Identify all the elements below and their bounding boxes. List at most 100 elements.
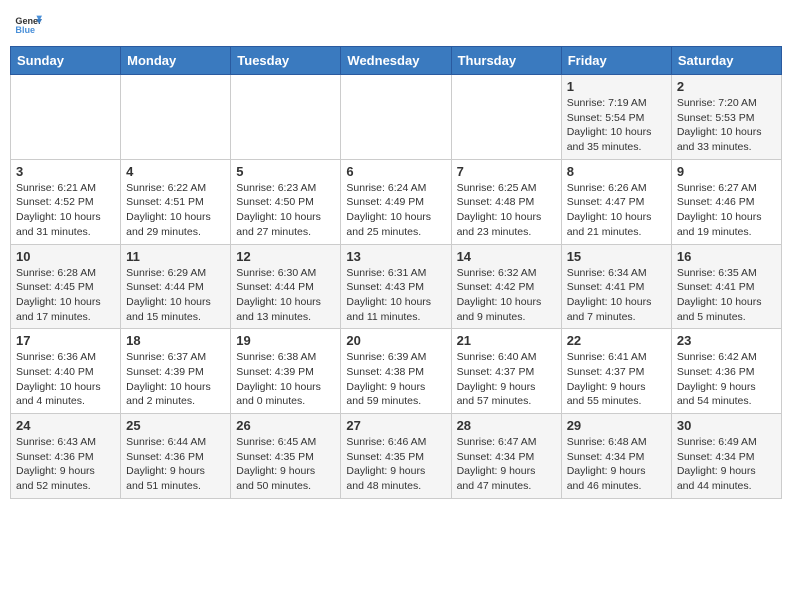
- calendar-cell: 17 Sunrise: 6:36 AM Sunset: 4:40 PM Dayli…: [11, 329, 121, 414]
- day-info: Sunrise: 6:31 AM Sunset: 4:43 PM Dayligh…: [346, 266, 445, 325]
- calendar-cell: 16 Sunrise: 6:35 AM Sunset: 4:41 PM Dayli…: [671, 244, 781, 329]
- calendar-header-row: SundayMondayTuesdayWednesdayThursdayFrid…: [11, 47, 782, 75]
- calendar-week-row: 3Sunrise: 6:21 AM Sunset: 4:52 PM Daylig…: [11, 159, 782, 244]
- day-info: Sunrise: 6:39 AM Sunset: 4:38 PM Dayligh…: [346, 350, 445, 409]
- calendar-cell: 15Sunrise: 6:34 AM Sunset: 4:41 PM Dayli…: [561, 244, 671, 329]
- day-number: 5: [236, 164, 335, 179]
- calendar-cell: [121, 75, 231, 160]
- calendar-cell: 8 Sunrise: 6:26 AM Sunset: 4:47 PM Daylig…: [561, 159, 671, 244]
- day-number: 29: [567, 418, 666, 433]
- day-number: 12: [236, 249, 335, 264]
- calendar-cell: [451, 75, 561, 160]
- calendar-cell: 11 Sunrise: 6:29 AM Sunset: 4:44 PM Dayli…: [121, 244, 231, 329]
- calendar-cell: 4Sunrise: 6:22 AM Sunset: 4:51 PM Daylig…: [121, 159, 231, 244]
- day-number: 1: [567, 79, 666, 94]
- day-info: Sunrise: 6:23 AM Sunset: 4:50 PM Dayligh…: [236, 181, 335, 240]
- day-info: Sunrise: 6:35 AM Sunset: 4:41 PM Dayligh…: [677, 266, 776, 325]
- day-info: Sunrise: 6:37 AM Sunset: 4:39 PM Dayligh…: [126, 350, 225, 409]
- svg-text:Blue: Blue: [15, 25, 35, 35]
- calendar-cell: 7Sunrise: 6:25 AM Sunset: 4:48 PM Daylig…: [451, 159, 561, 244]
- day-info: Sunrise: 6:42 AM Sunset: 4:36 PM Dayligh…: [677, 350, 776, 409]
- logo-icon: General Blue: [14, 10, 42, 38]
- calendar-cell: 19 Sunrise: 6:38 AM Sunset: 4:39 PM Dayli…: [231, 329, 341, 414]
- day-info: Sunrise: 6:41 AM Sunset: 4:37 PM Dayligh…: [567, 350, 666, 409]
- calendar-cell: [231, 75, 341, 160]
- calendar-week-row: 10 Sunrise: 6:28 AM Sunset: 4:45 PM Dayli…: [11, 244, 782, 329]
- day-number: 23: [677, 333, 776, 348]
- calendar-cell: 2Sunrise: 7:20 AM Sunset: 5:53 PM Daylig…: [671, 75, 781, 160]
- day-info: Sunrise: 6:46 AM Sunset: 4:35 PM Dayligh…: [346, 435, 445, 494]
- calendar-cell: 6 Sunrise: 6:24 AM Sunset: 4:49 PM Daylig…: [341, 159, 451, 244]
- calendar-week-row: 17 Sunrise: 6:36 AM Sunset: 4:40 PM Dayli…: [11, 329, 782, 414]
- day-info: Sunrise: 6:36 AM Sunset: 4:40 PM Dayligh…: [16, 350, 115, 409]
- calendar-cell: 18 Sunrise: 6:37 AM Sunset: 4:39 PM Dayli…: [121, 329, 231, 414]
- day-info: Sunrise: 6:43 AM Sunset: 4:36 PM Dayligh…: [16, 435, 115, 494]
- weekday-header: Wednesday: [341, 47, 451, 75]
- day-info: Sunrise: 6:47 AM Sunset: 4:34 PM Dayligh…: [457, 435, 556, 494]
- calendar-cell: 1 Sunrise: 7:19 AM Sunset: 5:54 PM Daylig…: [561, 75, 671, 160]
- day-number: 30: [677, 418, 776, 433]
- day-number: 19: [236, 333, 335, 348]
- day-info: Sunrise: 6:30 AM Sunset: 4:44 PM Dayligh…: [236, 266, 335, 325]
- logo: General Blue: [14, 10, 42, 38]
- calendar-cell: 13 Sunrise: 6:31 AM Sunset: 4:43 PM Dayli…: [341, 244, 451, 329]
- calendar-cell: 23 Sunrise: 6:42 AM Sunset: 4:36 PM Dayli…: [671, 329, 781, 414]
- calendar-week-row: 24 Sunrise: 6:43 AM Sunset: 4:36 PM Dayli…: [11, 414, 782, 499]
- day-number: 3: [16, 164, 115, 179]
- day-number: 20: [346, 333, 445, 348]
- day-number: 24: [16, 418, 115, 433]
- day-number: 14: [457, 249, 556, 264]
- day-number: 17: [16, 333, 115, 348]
- day-info: Sunrise: 6:24 AM Sunset: 4:49 PM Dayligh…: [346, 181, 445, 240]
- day-info: Sunrise: 6:29 AM Sunset: 4:44 PM Dayligh…: [126, 266, 225, 325]
- calendar-cell: [341, 75, 451, 160]
- day-info: Sunrise: 7:19 AM Sunset: 5:54 PM Dayligh…: [567, 96, 666, 155]
- day-info: Sunrise: 6:26 AM Sunset: 4:47 PM Dayligh…: [567, 181, 666, 240]
- weekday-header: Sunday: [11, 47, 121, 75]
- calendar-cell: 26 Sunrise: 6:45 AM Sunset: 4:35 PM Dayli…: [231, 414, 341, 499]
- day-number: 21: [457, 333, 556, 348]
- day-info: Sunrise: 6:28 AM Sunset: 4:45 PM Dayligh…: [16, 266, 115, 325]
- day-number: 4: [126, 164, 225, 179]
- day-number: 18: [126, 333, 225, 348]
- page-header: General Blue: [10, 10, 782, 38]
- calendar-cell: 28 Sunrise: 6:47 AM Sunset: 4:34 PM Dayli…: [451, 414, 561, 499]
- day-info: Sunrise: 6:25 AM Sunset: 4:48 PM Dayligh…: [457, 181, 556, 240]
- day-number: 6: [346, 164, 445, 179]
- weekday-header: Monday: [121, 47, 231, 75]
- weekday-header: Friday: [561, 47, 671, 75]
- calendar-cell: 22 Sunrise: 6:41 AM Sunset: 4:37 PM Dayli…: [561, 329, 671, 414]
- weekday-header: Saturday: [671, 47, 781, 75]
- calendar-cell: 29 Sunrise: 6:48 AM Sunset: 4:34 PM Dayli…: [561, 414, 671, 499]
- day-number: 16: [677, 249, 776, 264]
- day-number: 10: [16, 249, 115, 264]
- calendar-cell: 20 Sunrise: 6:39 AM Sunset: 4:38 PM Dayli…: [341, 329, 451, 414]
- day-info: Sunrise: 6:40 AM Sunset: 4:37 PM Dayligh…: [457, 350, 556, 409]
- calendar-cell: 30 Sunrise: 6:49 AM Sunset: 4:34 PM Dayli…: [671, 414, 781, 499]
- calendar-cell: 27Sunrise: 6:46 AM Sunset: 4:35 PM Dayli…: [341, 414, 451, 499]
- calendar-cell: 21 Sunrise: 6:40 AM Sunset: 4:37 PM Dayli…: [451, 329, 561, 414]
- day-info: Sunrise: 6:34 AM Sunset: 4:41 PM Dayligh…: [567, 266, 666, 325]
- day-number: 2: [677, 79, 776, 94]
- day-number: 26: [236, 418, 335, 433]
- day-info: Sunrise: 6:49 AM Sunset: 4:34 PM Dayligh…: [677, 435, 776, 494]
- day-number: 11: [126, 249, 225, 264]
- day-number: 9: [677, 164, 776, 179]
- day-info: Sunrise: 6:48 AM Sunset: 4:34 PM Dayligh…: [567, 435, 666, 494]
- calendar-cell: 25Sunrise: 6:44 AM Sunset: 4:36 PM Dayli…: [121, 414, 231, 499]
- weekday-header: Thursday: [451, 47, 561, 75]
- day-number: 13: [346, 249, 445, 264]
- calendar-cell: 9 Sunrise: 6:27 AM Sunset: 4:46 PM Daylig…: [671, 159, 781, 244]
- day-number: 22: [567, 333, 666, 348]
- calendar-cell: 12 Sunrise: 6:30 AM Sunset: 4:44 PM Dayli…: [231, 244, 341, 329]
- day-info: Sunrise: 6:27 AM Sunset: 4:46 PM Dayligh…: [677, 181, 776, 240]
- calendar-cell: 10 Sunrise: 6:28 AM Sunset: 4:45 PM Dayli…: [11, 244, 121, 329]
- day-info: Sunrise: 6:45 AM Sunset: 4:35 PM Dayligh…: [236, 435, 335, 494]
- calendar-table: SundayMondayTuesdayWednesdayThursdayFrid…: [10, 46, 782, 499]
- day-number: 28: [457, 418, 556, 433]
- calendar-cell: 24 Sunrise: 6:43 AM Sunset: 4:36 PM Dayli…: [11, 414, 121, 499]
- day-number: 8: [567, 164, 666, 179]
- calendar-cell: [11, 75, 121, 160]
- day-info: Sunrise: 6:38 AM Sunset: 4:39 PM Dayligh…: [236, 350, 335, 409]
- day-number: 25: [126, 418, 225, 433]
